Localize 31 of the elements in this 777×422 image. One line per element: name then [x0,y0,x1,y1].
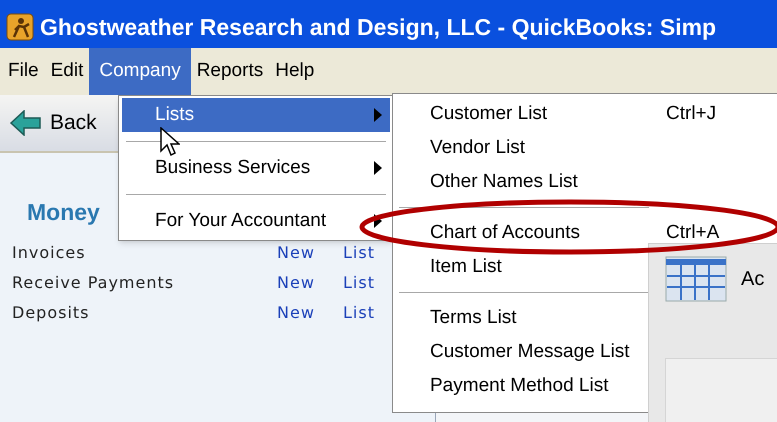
menu-item[interactable]: Edit [44,48,90,95]
submenu-arrow-icon [374,161,382,175]
left-arrow-icon [10,110,42,136]
menu-item[interactable]: Reports [190,48,270,95]
new-link[interactable]: New [277,300,343,324]
menu-item[interactable]: Help [269,48,320,95]
menu-option[interactable]: For Your Accountant [122,204,390,238]
list-link[interactable]: List [343,300,375,324]
window-label: Ac [741,267,764,292]
new-link[interactable]: New [277,270,343,294]
section-title: Money [26,198,100,227]
task-label: Deposits [12,302,90,324]
task-label: Receive Payments [12,272,176,294]
back-button[interactable]: Back [10,107,97,139]
submenu-arrow-icon [374,108,382,122]
submenu-arrow-icon [374,214,382,228]
submenu-option[interactable]: Other Names List [393,165,666,199]
new-link[interactable]: New [277,240,343,264]
submenu-option[interactable]: Customer List Ctrl+J [393,97,716,131]
window-title: Ghostweather Research and Design, LLC - QuickBooks: Simp [40,12,716,42]
task-label: Invoices [12,242,87,264]
cursor-icon [160,127,180,157]
list-link[interactable]: List [343,240,375,264]
menu-item[interactable]: File [2,48,45,95]
grid-icon [665,256,727,302]
menu-item[interactable]: Company [89,48,191,95]
menu-option[interactable]: Lists [122,98,390,132]
list-link[interactable]: List [343,270,375,294]
app-logo-icon [6,13,34,41]
menu-option[interactable]: Business Services [122,151,390,185]
submenu-option[interactable]: Vendor List [393,131,666,165]
